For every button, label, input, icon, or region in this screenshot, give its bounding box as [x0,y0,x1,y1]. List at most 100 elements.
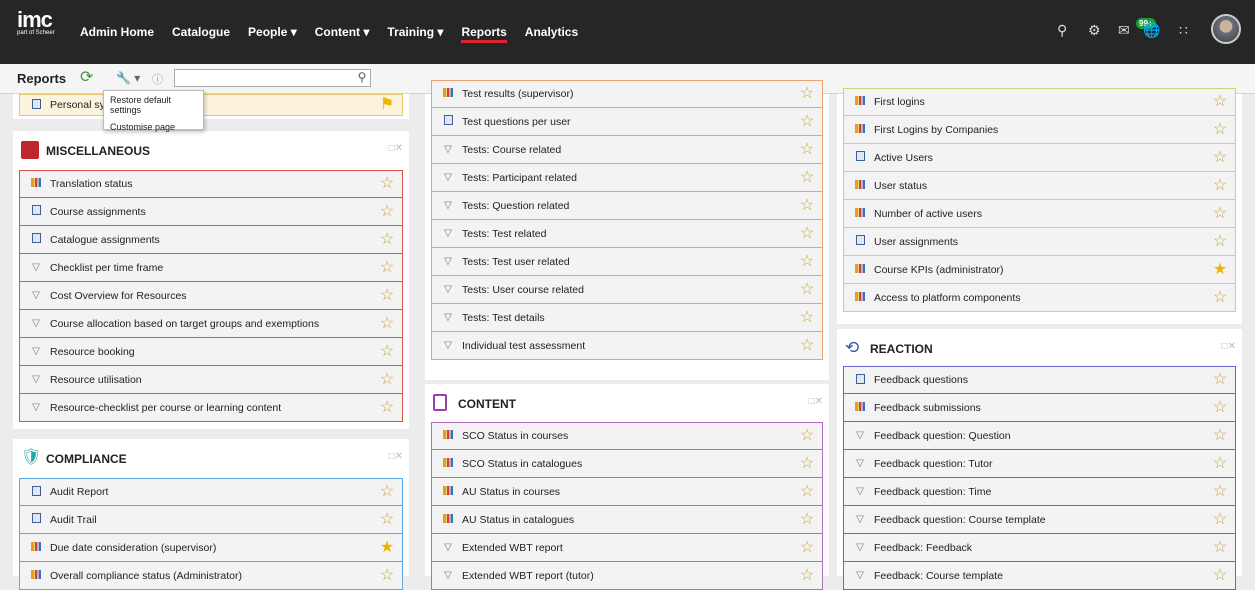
favourite-star-icon[interactable]: ☆ [798,141,816,158]
globe-icon[interactable]: 🌐 [1143,22,1160,39]
list-item[interactable]: ▽ Tests: Course related ☆ [431,136,823,164]
list-item[interactable]: Audit Trail ☆ [19,506,403,534]
nav-catalogue[interactable]: Catalogue [172,25,230,43]
favourite-star-icon[interactable]: ☆ [1211,289,1229,306]
list-item[interactable]: Number of active users ☆ [843,200,1236,228]
list-item[interactable]: First logins ☆ [843,88,1236,116]
list-item[interactable]: ▽ Resource-checklist per course or learni… [19,394,403,422]
favourite-star-icon[interactable]: ☆ [798,225,816,242]
tools-dropdown-icon[interactable]: 🔧 ▾ [116,71,140,85]
list-item[interactable]: ▽ Feedback question: Question ☆ [843,422,1236,450]
list-item[interactable]: ▽ Tests: Test details ☆ [431,304,823,332]
favourite-star-icon[interactable]: ☆ [798,428,816,444]
list-item[interactable]: User status ☆ [843,172,1236,200]
list-item[interactable]: Course assignments ☆ [19,198,403,226]
favourite-star-icon[interactable]: ☆ [798,253,816,270]
list-item[interactable]: Access to platform components ☆ [843,284,1236,312]
list-item[interactable]: Active Users ☆ [843,144,1236,172]
list-item[interactable]: ▽ Feedback: Course template ☆ [843,562,1236,590]
list-item[interactable]: SCO Status in catalogues ☆ [431,450,823,478]
search-button-icon[interactable]: ⚲ [354,70,370,86]
favourite-star-icon[interactable]: ☆ [1211,427,1229,444]
list-item[interactable]: ▽ Resource utilisation ☆ [19,366,403,394]
favourite-star-icon[interactable]: ☆ [798,483,816,500]
favourite-star-icon[interactable]: ☆ [1211,233,1229,250]
list-item[interactable]: ▽ Tests: Question related ☆ [431,192,823,220]
favourite-star-icon[interactable]: ☆ [798,337,816,354]
list-item[interactable]: ▽ Feedback: Feedback ☆ [843,534,1236,562]
list-item[interactable]: ▽ Course allocation based on target group… [19,310,403,338]
favourite-star-icon[interactable]: ☆ [798,309,816,326]
list-item[interactable]: ▽ Individual test assessment ☆ [431,332,823,360]
favourite-star-icon[interactable]: ☆ [378,371,396,388]
list-item[interactable]: ▽ Extended WBT report ☆ [431,534,823,562]
favourite-star-icon[interactable]: ☆ [378,259,396,276]
favourite-star-icon[interactable]: ☆ [378,315,396,332]
panel-controls[interactable]: □✕ [389,451,403,462]
refresh-icon[interactable]: ⟳ [80,70,96,86]
list-item[interactable]: ▽ Feedback question: Tutor ☆ [843,450,1236,478]
favourite-star-icon[interactable]: ☆ [1211,177,1229,194]
list-item[interactable]: Overall compliance status (Administrator… [19,562,403,590]
list-item[interactable]: Test results (supervisor) ☆ [431,80,823,108]
list-item[interactable]: ▽ Tests: Test related ☆ [431,220,823,248]
messages-icon[interactable]: ✉ 99+ [1118,18,1156,39]
info-icon[interactable]: ⓘ [152,71,163,87]
favourite-star-icon[interactable]: ☆ [1211,121,1229,138]
search-input[interactable] [174,69,371,87]
favourite-star-icon[interactable]: ☆ [378,511,396,528]
list-item[interactable]: AU Status in catalogues ☆ [431,506,823,534]
nav-reports[interactable]: Reports [461,25,507,43]
customise-page[interactable]: Customise page [104,118,203,135]
favourite-star-icon[interactable]: ☆ [1211,94,1229,110]
list-item[interactable]: Test questions per user ☆ [431,108,823,136]
favourite-star-icon[interactable]: ☆ [378,287,396,304]
list-item[interactable]: Audit Report ☆ [19,478,403,506]
imc-logo[interactable]: imc part of Scheer [17,9,62,37]
list-item[interactable]: ▽ Cost Overview for Resources ☆ [19,282,403,310]
list-item[interactable]: User assignments ☆ [843,228,1236,256]
list-item[interactable]: ▽ Feedback question: Course template ☆ [843,506,1236,534]
favourite-star-icon[interactable]: ☆ [378,176,396,192]
list-item[interactable]: Feedback questions ☆ [843,366,1236,394]
favourite-star-icon[interactable]: ☆ [378,399,396,416]
panel-controls[interactable]: □✕ [1222,341,1236,352]
favourite-star-icon[interactable]: ★ [1211,261,1229,278]
list-item[interactable]: ▽ Resource booking ☆ [19,338,403,366]
panel-controls[interactable]: □✕ [809,396,823,407]
favourite-star-icon[interactable]: ☆ [1211,399,1229,416]
list-item[interactable]: ▽ Feedback question: Time ☆ [843,478,1236,506]
favourite-star-icon[interactable]: ☆ [798,169,816,186]
list-item[interactable]: Personal syllabus …ary ⚑ [19,94,403,116]
favourite-star-icon[interactable]: ☆ [378,343,396,360]
favourite-star-icon[interactable]: ☆ [798,86,816,102]
favourite-star-icon[interactable]: ☆ [798,113,816,130]
favourite-star-icon[interactable]: ☆ [1211,455,1229,472]
list-item[interactable]: ▽ Tests: User course related ☆ [431,276,823,304]
list-item[interactable]: AU Status in courses ☆ [431,478,823,506]
settings-icon[interactable]: ⚙ [1088,22,1101,39]
favourite-star-icon[interactable]: ☆ [798,511,816,528]
nav-admin-home[interactable]: Admin Home [80,25,154,43]
favourite-star-icon[interactable]: ★ [378,539,396,556]
list-item[interactable]: Course KPIs (administrator) ★ [843,256,1236,284]
favourite-star-icon[interactable]: ☆ [798,197,816,214]
nav-content[interactable]: Content ▾ [315,25,370,43]
favourite-star-icon[interactable]: ☆ [1211,483,1229,500]
list-item[interactable]: Feedback submissions ☆ [843,394,1236,422]
favourite-star-icon[interactable]: ☆ [1211,539,1229,556]
nav-training[interactable]: Training ▾ [387,25,443,43]
favourite-star-icon[interactable]: ☆ [378,484,396,500]
list-item[interactable]: SCO Status in courses ☆ [431,422,823,450]
avatar[interactable] [1211,14,1241,44]
favourite-star-icon[interactable]: ☆ [798,539,816,556]
apps-grid-icon[interactable]: ∷ [1179,22,1188,39]
favourite-star-icon[interactable]: ☆ [1211,149,1229,166]
list-item[interactable]: ▽ Tests: Participant related ☆ [431,164,823,192]
bookmark-icon[interactable]: ⚑ [378,97,396,113]
favourite-star-icon[interactable]: ☆ [1211,511,1229,528]
favourite-star-icon[interactable]: ☆ [378,203,396,220]
list-item[interactable]: ▽ Checklist per time frame ☆ [19,254,403,282]
favourite-star-icon[interactable]: ☆ [1211,372,1229,388]
list-item[interactable]: ▽ Tests: Test user related ☆ [431,248,823,276]
